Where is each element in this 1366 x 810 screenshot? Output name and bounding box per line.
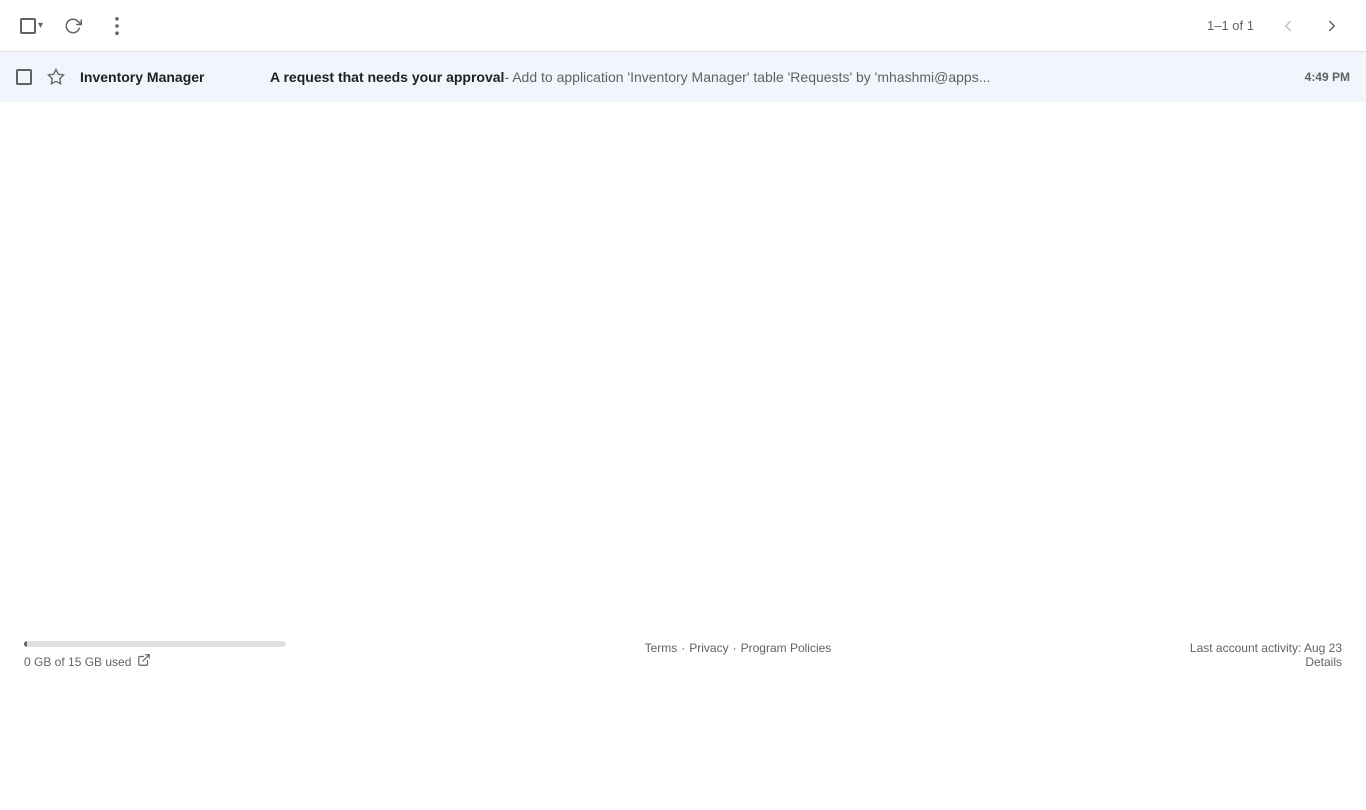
- more-options-button[interactable]: [99, 8, 135, 44]
- select-all-checkbox[interactable]: ▾: [16, 14, 47, 38]
- email-list: Inventory Manager A request that needs y…: [0, 52, 1366, 102]
- email-time: 4:49 PM: [1305, 70, 1350, 84]
- toolbar-right: 1–1 of 1: [1207, 8, 1350, 44]
- external-link-icon[interactable]: [137, 653, 151, 670]
- chevron-left-icon: [1279, 17, 1297, 35]
- toolbar-left: ▾: [16, 8, 135, 44]
- last-activity-text: Last account activity: Aug 23: [1190, 641, 1342, 655]
- last-activity-section: Last account activity: Aug 23 Details: [1190, 641, 1342, 669]
- storage-bar-container: [24, 641, 286, 647]
- footer-links: Terms · Privacy · Program Policies: [645, 641, 832, 655]
- next-page-button[interactable]: [1314, 8, 1350, 44]
- terms-link[interactable]: Terms: [645, 641, 678, 655]
- checkbox-square-icon: [20, 18, 36, 34]
- storage-section: 0 GB of 15 GB used: [24, 641, 286, 670]
- privacy-link[interactable]: Privacy: [689, 641, 728, 655]
- footer: 0 GB of 15 GB used Terms · Privacy · Pro…: [0, 641, 1366, 670]
- refresh-button[interactable]: [55, 8, 91, 44]
- chevron-right-icon: [1323, 17, 1341, 35]
- checkbox-dropdown-icon: ▾: [38, 20, 43, 31]
- email-row[interactable]: Inventory Manager A request that needs y…: [0, 52, 1366, 102]
- storage-text: 0 GB of 15 GB used: [24, 653, 286, 670]
- program-policies-link[interactable]: Program Policies: [741, 641, 832, 655]
- storage-used-label: 0 GB of 15 GB used: [24, 655, 131, 669]
- sender-name: Inventory Manager: [80, 69, 270, 85]
- details-link[interactable]: Details: [1190, 655, 1342, 669]
- email-subject: A request that needs your approval - Add…: [270, 69, 1289, 85]
- refresh-icon: [64, 17, 82, 35]
- more-icon: [115, 17, 119, 35]
- storage-bar-fill: [24, 641, 27, 647]
- open-external-icon: [137, 653, 151, 667]
- pagination-text: 1–1 of 1: [1207, 18, 1254, 33]
- toolbar: ▾ 1–1 of 1: [0, 0, 1366, 52]
- star-icon[interactable]: [44, 65, 68, 89]
- prev-page-button[interactable]: [1270, 8, 1306, 44]
- star-outline-icon: [47, 68, 65, 86]
- email-checkbox[interactable]: [16, 69, 32, 85]
- subject-preview: - Add to application 'Inventory Manager'…: [504, 69, 990, 85]
- subject-bold: A request that needs your approval: [270, 69, 504, 85]
